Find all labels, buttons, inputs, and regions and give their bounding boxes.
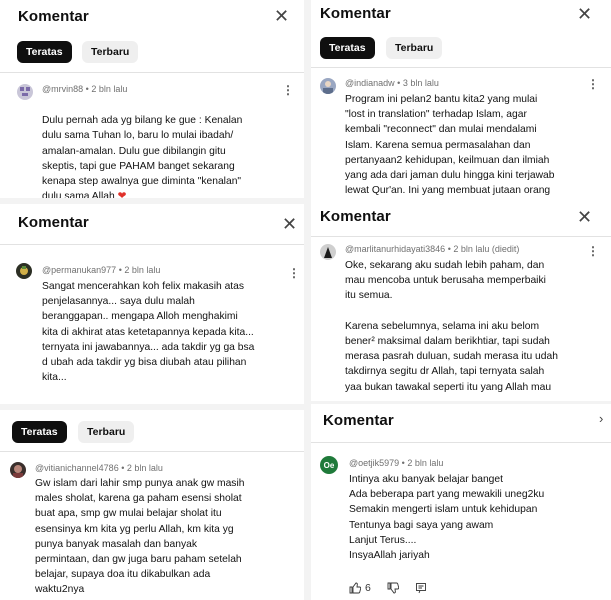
comments-panel-6: Komentar › Oe @oetjik5979 • 2 bln lalu I… xyxy=(311,404,611,600)
comments-panel-1: Komentar ✕ Teratas Terbaru @mrvin88 • 2 … xyxy=(0,0,304,198)
panel-title: Komentar xyxy=(320,208,391,225)
tab-newest[interactable]: Terbaru xyxy=(78,421,135,443)
thumbs-down-icon xyxy=(387,582,399,594)
divider xyxy=(311,442,611,443)
panel-title: Komentar xyxy=(18,214,89,231)
heart-emoji-icon: ❤ xyxy=(117,191,127,198)
more-options-icon[interactable]: ⋮ xyxy=(288,267,300,279)
like-count: 6 xyxy=(365,582,371,594)
divider xyxy=(311,236,611,237)
divider xyxy=(0,244,304,245)
comment-author[interactable]: @vitianichannel4786 xyxy=(35,463,119,473)
tab-top[interactable]: Teratas xyxy=(12,421,67,443)
divider xyxy=(0,72,304,73)
like-button[interactable]: 6 xyxy=(349,582,371,594)
comment-time: 3 bln lalu xyxy=(402,78,439,88)
avatar[interactable] xyxy=(320,244,336,260)
comment-meta: @permanukan977 • 2 bln lalu xyxy=(42,265,161,275)
comment-author[interactable]: @permanukan977 xyxy=(42,265,116,275)
avatar[interactable] xyxy=(10,462,26,478)
reply-icon xyxy=(415,583,426,594)
comment-author[interactable]: @oetjik5979 xyxy=(349,458,399,468)
comment-time: 2 bln lalu xyxy=(407,458,444,468)
more-options-icon[interactable]: ⋮ xyxy=(587,245,599,257)
comment-time: 2 bln lalu xyxy=(124,265,161,275)
divider xyxy=(0,451,304,452)
panel-title: Komentar xyxy=(320,5,391,22)
avatar-initials: Oe xyxy=(323,460,335,470)
comment-text-content: Dulu pernah ada yg bilang ke gue : Kenal… xyxy=(42,115,243,198)
comment-meta: @indianadw • 3 bln lalu xyxy=(345,78,439,88)
comment-time: 2 bln lalu xyxy=(126,463,163,473)
comment-time: 2 bln lalu xyxy=(91,84,128,94)
close-icon[interactable]: ✕ xyxy=(274,7,289,25)
comment-text: Oke, sekarang aku sudah lebih paham, dan… xyxy=(345,260,558,393)
comment-author[interactable]: @marlitanurhidayati3846 xyxy=(345,244,445,254)
dislike-button[interactable] xyxy=(387,582,399,594)
panel-title: Komentar xyxy=(323,412,394,429)
comment-actions: 6 xyxy=(349,582,427,594)
close-icon[interactable]: ✕ xyxy=(577,208,592,226)
comment-author[interactable]: @indianadw xyxy=(345,78,395,88)
reply-button[interactable] xyxy=(415,582,427,594)
comments-panel-4: Komentar ✕ @marlitanurhidayati3846 • 2 b… xyxy=(311,203,611,401)
comment-text: Program ini pelan2 bantu kita2 yang mula… xyxy=(345,94,555,197)
comment-text: Dulu pernah ada yg bilang ke gue : Kenal… xyxy=(42,98,300,198)
more-options-icon[interactable]: ⋮ xyxy=(587,78,599,90)
panel-title: Komentar xyxy=(18,8,89,25)
avatar[interactable] xyxy=(16,263,32,279)
close-icon[interactable]: ✕ xyxy=(282,215,297,233)
avatar[interactable]: Oe xyxy=(320,456,338,474)
comment-meta: @vitianichannel4786 • 2 bln lalu xyxy=(35,463,163,473)
comment-text: Sangat mencerahkan koh felix makasih ata… xyxy=(42,281,255,384)
comment-meta: @oetjik5979 • 2 bln lalu xyxy=(349,458,444,468)
comment-text: Gw islam dari lahir smp punya anak gw ma… xyxy=(35,478,245,596)
comments-panel-2: Komentar ✕ Teratas Terbaru @indianadw • … xyxy=(311,0,611,203)
close-icon[interactable]: ✕ xyxy=(577,5,592,23)
comment-time: 2 bln lalu (diedit) xyxy=(453,244,520,254)
comment-meta: @marlitanurhidayati3846 • 2 bln lalu (di… xyxy=(345,244,520,254)
comment-text: Intinya aku banyak belajar banget Ada be… xyxy=(349,474,545,562)
tab-newest[interactable]: Terbaru xyxy=(386,37,443,59)
avatar[interactable] xyxy=(320,78,336,94)
thumbs-up-icon xyxy=(349,582,361,594)
tab-newest[interactable]: Terbaru xyxy=(82,41,139,63)
avatar[interactable] xyxy=(17,84,33,100)
comment-meta: @mrvin88 • 2 bln lalu xyxy=(42,84,128,94)
tab-top[interactable]: Teratas xyxy=(320,37,375,59)
tab-top[interactable]: Teratas xyxy=(17,41,72,63)
screenshot-collage: Komentar ✕ Teratas Terbaru @mrvin88 • 2 … xyxy=(0,0,611,600)
comment-author[interactable]: @mrvin88 xyxy=(42,84,83,94)
comments-panel-3: Komentar ✕ @permanukan977 • 2 bln lalu ⋮… xyxy=(0,204,304,404)
comments-panel-5: Teratas Terbaru @vitianichannel4786 • 2 … xyxy=(0,410,304,600)
more-options-icon[interactable]: ⋮ xyxy=(282,84,294,96)
divider xyxy=(311,67,611,68)
chevron-right-icon[interactable]: › xyxy=(599,412,603,425)
